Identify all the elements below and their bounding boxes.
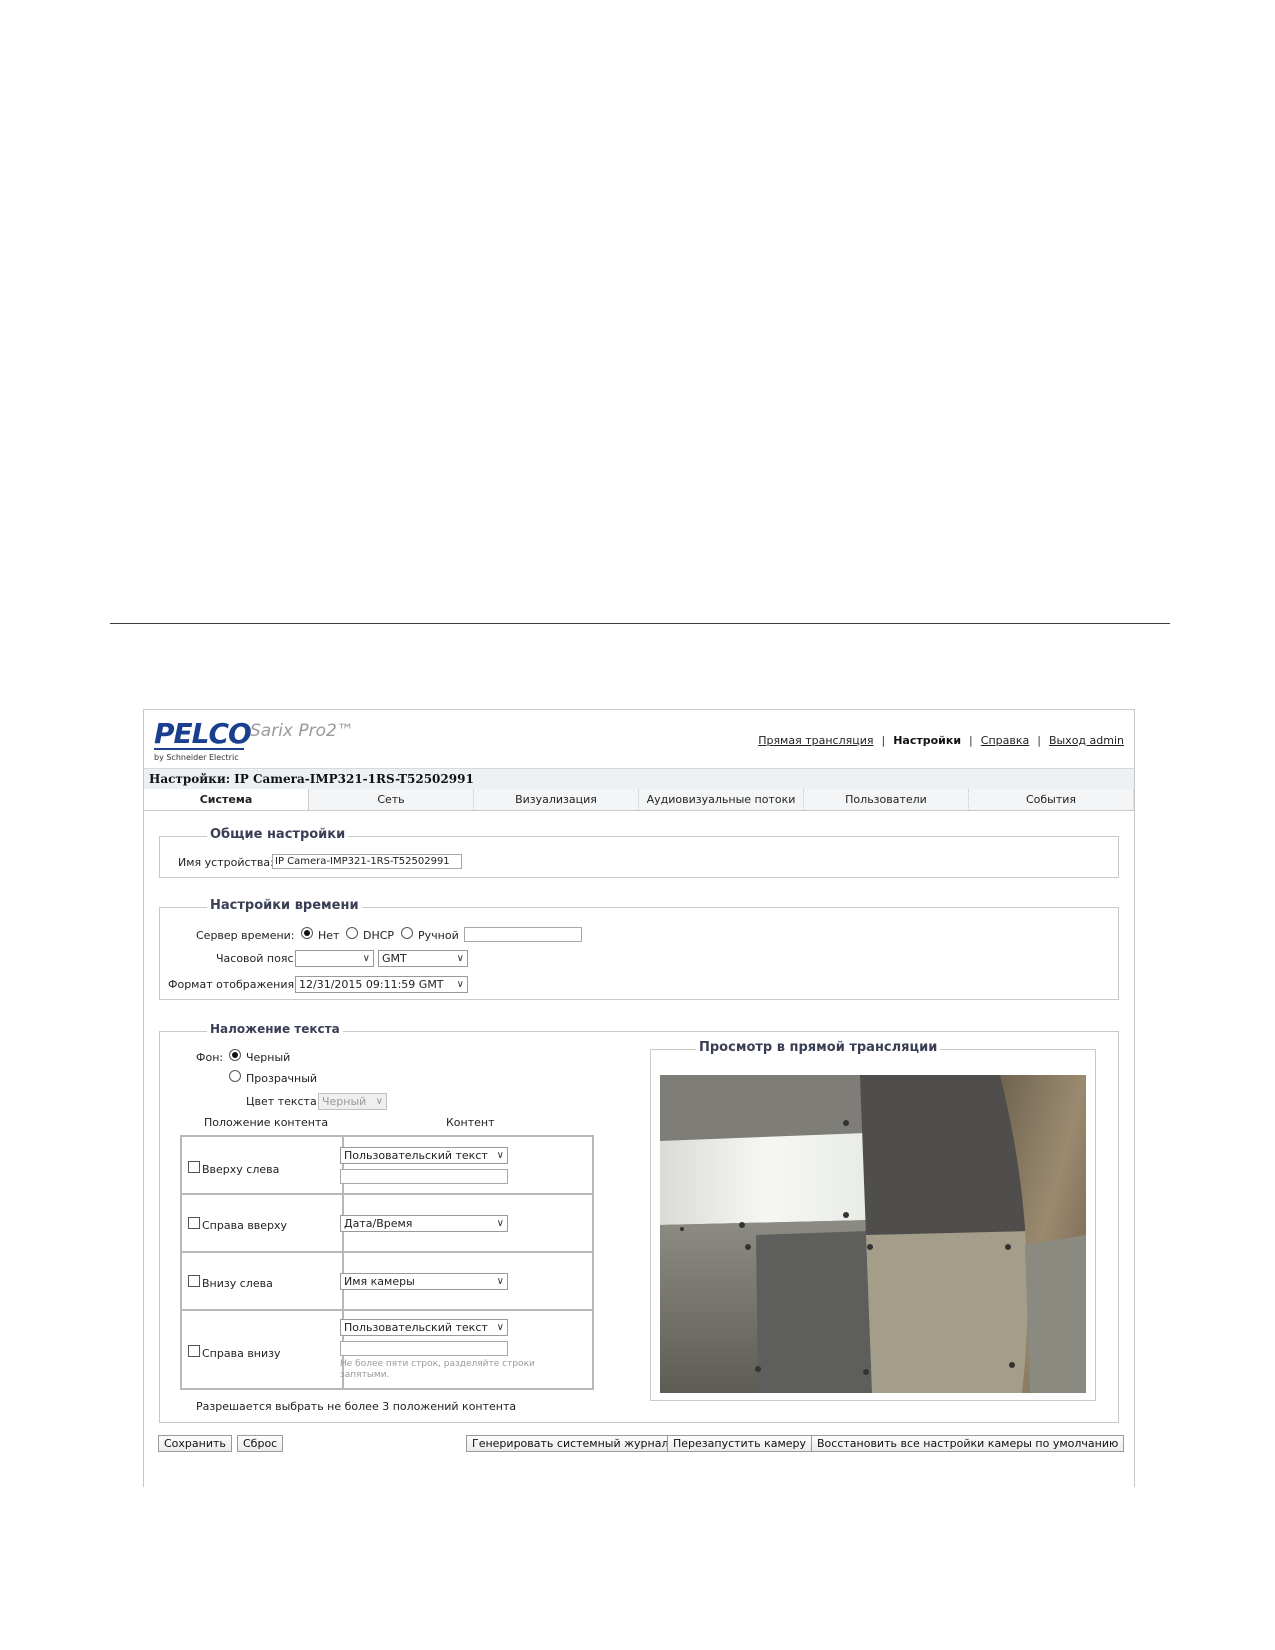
logo-underline (154, 748, 244, 750)
table-row: Справа внизу Пользовательский текст ∨ Не … (182, 1311, 592, 1388)
restore-defaults-button[interactable]: Восстановить все настройки камеры по умо… (811, 1435, 1125, 1452)
logo-subtitle: by Schneider Electric (154, 753, 239, 762)
chevron-down-icon: ∨ (496, 1322, 504, 1333)
time-settings-legend: Настройки времени (207, 898, 362, 913)
tab-imaging[interactable]: Визуализация (474, 789, 639, 810)
top-right-label: Справа вверху (202, 1219, 288, 1232)
chevron-down-icon: ∨ (496, 1218, 504, 1229)
device-name-input[interactable]: IP Camera-IMP321-1RS-T52502991 (272, 854, 462, 869)
text-color-select[interactable]: Черный ∨ (318, 1093, 387, 1110)
text-color-label: Цвет текста (246, 1095, 317, 1108)
time-server-label: Сервер времени: (196, 929, 295, 942)
background-label: Фон: (196, 1051, 224, 1064)
nav-separator: | (881, 734, 886, 747)
top-left-label: Вверху слева (202, 1163, 280, 1176)
time-server-dhcp-label: DHCP (363, 929, 395, 942)
nav-logout-link[interactable]: Выход admin (1049, 734, 1124, 747)
camera-settings-window: PELCO Sarix Pro2™ by Schneider Electric … (143, 709, 1135, 1487)
page-title: Настройки: IP Camera-IMP321-1RS-T52502991 (144, 768, 1134, 789)
text-color-value: Черный (322, 1095, 367, 1108)
top-left-content-value: Пользовательский текст (344, 1149, 488, 1162)
bottom-right-content-select[interactable]: Пользовательский текст ∨ (340, 1319, 508, 1336)
top-left-checkbox[interactable] (188, 1161, 200, 1173)
chevron-down-icon: ∨ (362, 953, 370, 964)
live-preview-image (660, 1075, 1086, 1393)
nav-settings-current[interactable]: Настройки (893, 734, 961, 747)
tab-events[interactable]: События (969, 789, 1134, 810)
col-position-header: Положение контента (204, 1116, 329, 1129)
top-right-content-select[interactable]: Дата/Время ∨ (340, 1215, 508, 1232)
background-transparent-radio[interactable] (229, 1070, 241, 1082)
live-preview-legend: Просмотр в прямой трансляции (696, 1040, 941, 1055)
camera-frame (660, 1075, 1086, 1393)
nav-help-link[interactable]: Справка (981, 734, 1029, 747)
time-server-none-radio[interactable] (301, 927, 313, 939)
chevron-down-icon: ∨ (496, 1276, 504, 1287)
timezone-label: Часовой пояс (216, 952, 294, 965)
timezone-region-select[interactable]: ∨ (295, 950, 374, 967)
bottom-right-text-input[interactable] (340, 1341, 508, 1356)
bottom-right-label: Справа внизу (202, 1347, 281, 1360)
pelco-logo: PELCO (154, 717, 252, 750)
tab-system[interactable]: Система (144, 789, 309, 810)
nav-separator: | (1037, 734, 1041, 747)
nav-live-link[interactable]: Прямая трансляция (758, 734, 873, 747)
tab-av-streams[interactable]: Аудиовизуальные потоки (639, 789, 804, 810)
display-format-label: Формат отображения: (168, 978, 298, 991)
top-left-content-select[interactable]: Пользовательский текст ∨ (340, 1147, 508, 1164)
chevron-down-icon: ∨ (456, 953, 464, 964)
header: PELCO Sarix Pro2™ by Schneider Electric … (144, 710, 1134, 768)
generate-log-button[interactable]: Генерировать системный журнал (466, 1435, 675, 1452)
background-black-radio[interactable] (229, 1049, 241, 1061)
table-row: Справа вверху Дата/Время ∨ (182, 1195, 592, 1253)
top-navigation: Прямая трансляция | Настройки | Справка | Выхо… (758, 734, 1124, 747)
reset-button[interactable]: Сброс (237, 1435, 284, 1452)
chevron-down-icon: ∨ (375, 1096, 383, 1107)
text-overlay-legend: Наложение текста (207, 1022, 343, 1036)
product-name: Sarix Pro2™ (250, 721, 354, 741)
page-title-device: IP Camera-IMP321-1RS-T52502991 (234, 772, 474, 786)
time-server-none-label: Нет (318, 929, 340, 942)
device-name-label: Имя устройства: (178, 856, 274, 869)
page-title-prefix: Настройки: (149, 772, 231, 786)
page-divider (110, 623, 1170, 624)
display-format-select[interactable]: 12/31/2015 09:11:59 GMT ∨ (295, 976, 468, 993)
background-black-label: Черный (246, 1051, 291, 1064)
time-server-manual-input[interactable] (464, 927, 582, 942)
save-button[interactable]: Сохранить (158, 1435, 232, 1452)
table-row: Вверху слева Пользовательский текст ∨ (182, 1137, 592, 1195)
time-server-manual-radio[interactable] (401, 927, 413, 939)
chevron-down-icon: ∨ (456, 979, 464, 990)
nav-separator: | (969, 734, 973, 747)
general-settings-legend: Общие настройки (207, 827, 349, 842)
bottom-right-checkbox[interactable] (188, 1345, 200, 1357)
tab-users[interactable]: Пользователи (804, 789, 969, 810)
bottom-left-content-value: Имя камеры (344, 1275, 415, 1288)
tab-network[interactable]: Сеть (309, 789, 474, 810)
settings-tabs: Система Сеть Визуализация Аудиовизуальны… (144, 789, 1134, 811)
overlay-position-table: Вверху слева Пользовательский текст ∨ Спр… (180, 1135, 594, 1390)
restart-camera-button[interactable]: Перезапустить камеру (667, 1435, 813, 1452)
bottom-right-content-value: Пользовательский текст (344, 1321, 488, 1334)
text-hint: Не более пяти строк, разделяйте строки з… (340, 1359, 535, 1380)
time-server-manual-label: Ручной (418, 929, 459, 942)
chevron-down-icon: ∨ (496, 1150, 504, 1161)
bottom-left-content-select[interactable]: Имя камеры ∨ (340, 1273, 508, 1290)
bottom-left-label: Внизу слева (202, 1277, 273, 1290)
background-transparent-label: Прозрачный (246, 1072, 318, 1085)
time-server-dhcp-radio[interactable] (346, 927, 358, 939)
bottom-left-checkbox[interactable] (188, 1275, 200, 1287)
col-content-header: Контент (446, 1116, 495, 1129)
top-right-checkbox[interactable] (188, 1217, 200, 1229)
timezone-select[interactable]: GMT ∨ (378, 950, 468, 967)
display-format-value: 12/31/2015 09:11:59 GMT (299, 978, 444, 991)
timezone-value: GMT (382, 952, 407, 965)
top-left-text-input[interactable] (340, 1169, 508, 1184)
table-row: Внизу слева Имя камеры ∨ (182, 1253, 592, 1311)
content-limit-note: Разрешается выбрать не более 3 положений… (196, 1400, 517, 1413)
top-right-content-value: Дата/Время (344, 1217, 413, 1230)
